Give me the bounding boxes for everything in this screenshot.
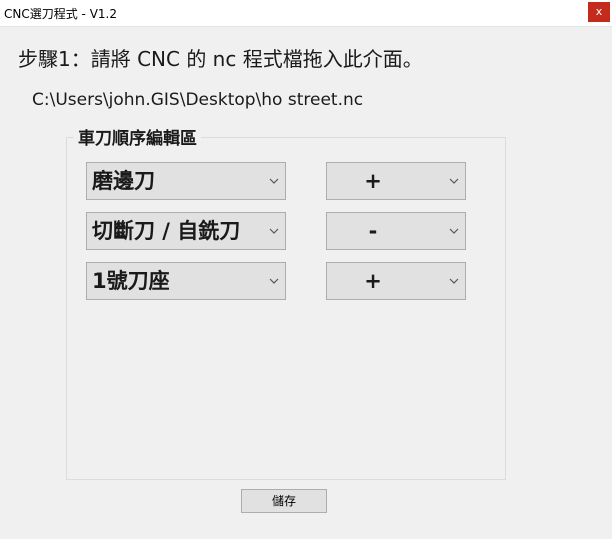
window-title: CNC選刀程式 - V1.2 <box>4 7 117 21</box>
tool-select-2[interactable]: 切斷刀 / 自銑刀 <box>86 212 286 250</box>
sign-select-3[interactable]: + <box>326 262 466 300</box>
chevron-down-icon <box>449 178 459 184</box>
chevron-down-icon <box>449 278 459 284</box>
step-instruction: 步驟1：請將 CNC 的 nc 程式檔拖入此介面。 <box>18 47 423 71</box>
file-path-label: C:\Users\john.GIS\Desktop\ho street.nc <box>32 90 364 110</box>
tool-select-value: 1號刀座 <box>92 269 170 293</box>
tool-select-value: 磨邊刀 <box>92 169 155 193</box>
chevron-down-icon <box>269 278 279 284</box>
chevron-down-icon <box>449 228 459 234</box>
title-bar: CNC選刀程式 - V1.2 x <box>0 0 612 27</box>
groupbox-title: 車刀順序編輯區 <box>74 124 201 149</box>
tool-select-3[interactable]: 1號刀座 <box>86 262 286 300</box>
chevron-down-icon <box>269 178 279 184</box>
chevron-down-icon <box>269 228 279 234</box>
tool-select-1[interactable]: 磨邊刀 <box>86 162 286 200</box>
sign-select-value: + <box>364 169 382 193</box>
tool-select-value: 切斷刀 / 自銑刀 <box>92 219 241 243</box>
sign-select-2[interactable]: - <box>326 212 466 250</box>
save-button[interactable]: 儲存 <box>241 489 327 513</box>
close-button[interactable]: x <box>588 2 610 22</box>
sign-select-1[interactable]: + <box>326 162 466 200</box>
app-window: CNC選刀程式 - V1.2 x 步驟1：請將 CNC 的 nc 程式檔拖入此介… <box>0 0 612 539</box>
sign-select-value: - <box>368 219 378 243</box>
close-icon: x <box>595 5 603 18</box>
sign-select-value: + <box>364 269 382 293</box>
